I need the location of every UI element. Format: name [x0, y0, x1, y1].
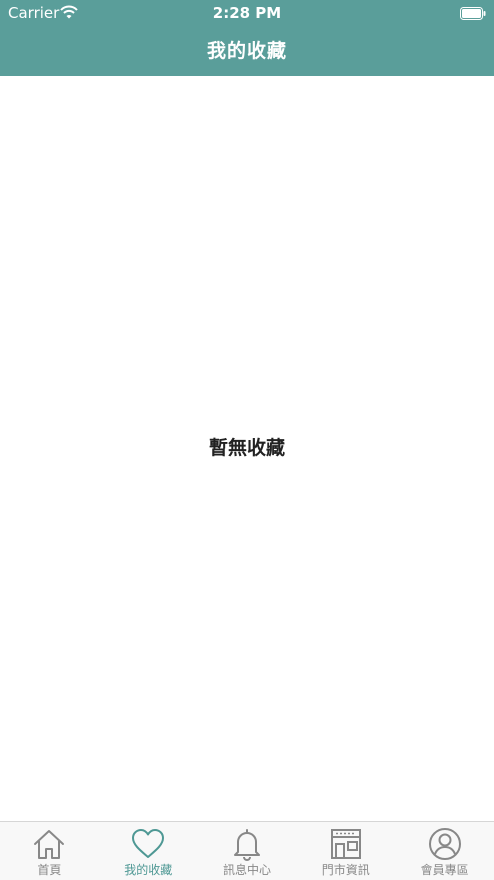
tab-favorites-label: 我的收藏: [124, 863, 173, 877]
navigation-bar: 我的收藏: [0, 26, 494, 76]
home-icon: [32, 827, 66, 861]
battery-icon: [460, 5, 486, 20]
empty-state-message: 暫無收藏: [208, 437, 285, 459]
status-bar: Carrier 2:28 PM: [0, 0, 494, 26]
tab-bar: 首頁 我的收藏 訊息中心 門市資訊 會員專區: [0, 821, 494, 880]
favorites-content: 暫無收藏: [0, 76, 494, 821]
page-title: 我的收藏: [206, 40, 287, 62]
bell-icon: [230, 827, 264, 862]
status-time: 2:28 PM: [212, 4, 282, 22]
tab-stores[interactable]: 門市資訊: [296, 822, 395, 880]
tab-member[interactable]: 會員專區: [395, 822, 494, 880]
tab-stores-label: 門市資訊: [321, 863, 370, 877]
tab-favorites[interactable]: 我的收藏: [99, 822, 198, 880]
store-icon: [329, 827, 363, 861]
tab-member-label: 會員專區: [420, 863, 469, 877]
user-icon: [428, 827, 462, 861]
tab-home[interactable]: 首頁: [0, 822, 99, 880]
tab-messages-label: 訊息中心: [222, 863, 271, 877]
tab-messages[interactable]: 訊息中心: [198, 822, 297, 880]
tab-home-label: 首頁: [37, 863, 62, 877]
heart-icon: [131, 827, 165, 861]
